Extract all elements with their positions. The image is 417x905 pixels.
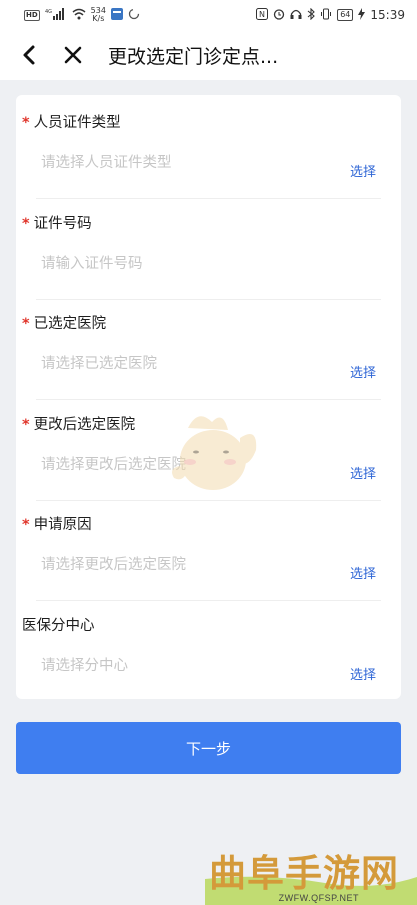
- network-speed: 534 K/s: [91, 7, 106, 23]
- loading-icon: [128, 8, 140, 23]
- page-title: 更改选定门诊定点...: [108, 45, 279, 68]
- field-label-text: 医保分中心: [22, 617, 95, 634]
- required-mark: *: [22, 215, 30, 232]
- status-bar: HD 4G 534 K/s N 64 15:39: [0, 0, 417, 30]
- form-card: * 人员证件类型 请选择人员证件类型 选择 * 证件号码 请输入证件号码 * 已选定医院 请选择已…: [16, 95, 401, 699]
- required-mark: *: [22, 416, 30, 433]
- field-label-text: 人员证件类型: [33, 115, 121, 131]
- speed-unit: K/s: [92, 14, 105, 23]
- field-input[interactable]: 请选择人员证件类型: [41, 151, 172, 172]
- watermark-url: ZWFW.QFSP.NET: [278, 893, 359, 903]
- battery-level: 64: [337, 9, 354, 21]
- field-label: * 更改后选定医院: [22, 413, 135, 434]
- site-watermark: 曲阜手游网 ZWFW.QFSP.NET: [205, 843, 417, 905]
- required-mark: *: [22, 316, 30, 332]
- field-label: 医保分中心: [22, 614, 95, 635]
- select-button[interactable]: 选择: [350, 563, 376, 582]
- nfc-icon: N: [256, 7, 269, 23]
- form-field[interactable]: 医保分中心请选择分中心 选择: [16, 602, 401, 702]
- signal-icon: 4G: [45, 7, 67, 23]
- watermark-text: 曲阜手游网: [209, 851, 399, 895]
- field-label: * 证件号码: [22, 212, 92, 233]
- required-mark: *: [22, 517, 30, 533]
- form-field[interactable]: * 人员证件类型请选择人员证件类型 选择: [16, 99, 401, 199]
- svg-text:N: N: [259, 10, 265, 19]
- wifi-icon: [72, 8, 86, 23]
- charging-icon: [358, 7, 366, 23]
- form-field[interactable]: * 申请原因请选择更改后选定医院 选择: [16, 501, 401, 601]
- close-icon: [64, 46, 82, 64]
- field-label-text: 申请原因: [33, 517, 92, 533]
- close-button[interactable]: [58, 40, 88, 70]
- select-button[interactable]: 选择: [350, 463, 376, 482]
- headphones-icon: [290, 8, 302, 23]
- form-field[interactable]: * 已选定医院请选择已选定医院 选择: [16, 300, 401, 400]
- select-button[interactable]: 选择: [350, 362, 376, 381]
- field-label: * 申请原因: [22, 513, 92, 534]
- field-input[interactable]: 请选择更改后选定医院: [41, 553, 186, 574]
- field-label: * 人员证件类型: [22, 111, 121, 132]
- vibrate-icon: [320, 8, 332, 23]
- hd-badge: HD: [24, 9, 40, 21]
- field-label-text: 更改后选定医院: [33, 416, 136, 433]
- field-input[interactable]: 请选择更改后选定医院: [41, 453, 186, 474]
- field-label-text: 证件号码: [33, 215, 92, 232]
- back-button[interactable]: [14, 40, 44, 70]
- signal-label: 4G: [45, 9, 52, 15]
- clock: 15:39: [370, 8, 405, 22]
- field-input[interactable]: 请选择已选定医院: [41, 352, 157, 373]
- bluetooth-icon: [307, 7, 316, 23]
- field-label-text: 已选定医院: [33, 316, 107, 332]
- alarm-icon: [273, 8, 285, 23]
- field-label: * 已选定医院: [22, 312, 106, 333]
- notification-app-icon: [110, 7, 123, 23]
- status-right: N 64 15:39: [256, 7, 405, 23]
- form-field[interactable]: * 证件号码请输入证件号码: [16, 200, 401, 300]
- nav-bar: 更改选定门诊定点...: [0, 30, 417, 80]
- select-button[interactable]: 选择: [350, 161, 376, 180]
- field-input[interactable]: 请选择分中心: [41, 654, 128, 675]
- required-mark: *: [22, 115, 30, 131]
- select-button[interactable]: 选择: [350, 664, 376, 683]
- field-input[interactable]: 请输入证件号码: [41, 252, 143, 273]
- mascot-watermark-icon: [168, 408, 263, 496]
- status-left: HD 4G 534 K/s: [24, 7, 140, 23]
- next-step-button[interactable]: 下一步: [16, 722, 401, 774]
- chevron-left-icon: [23, 45, 35, 65]
